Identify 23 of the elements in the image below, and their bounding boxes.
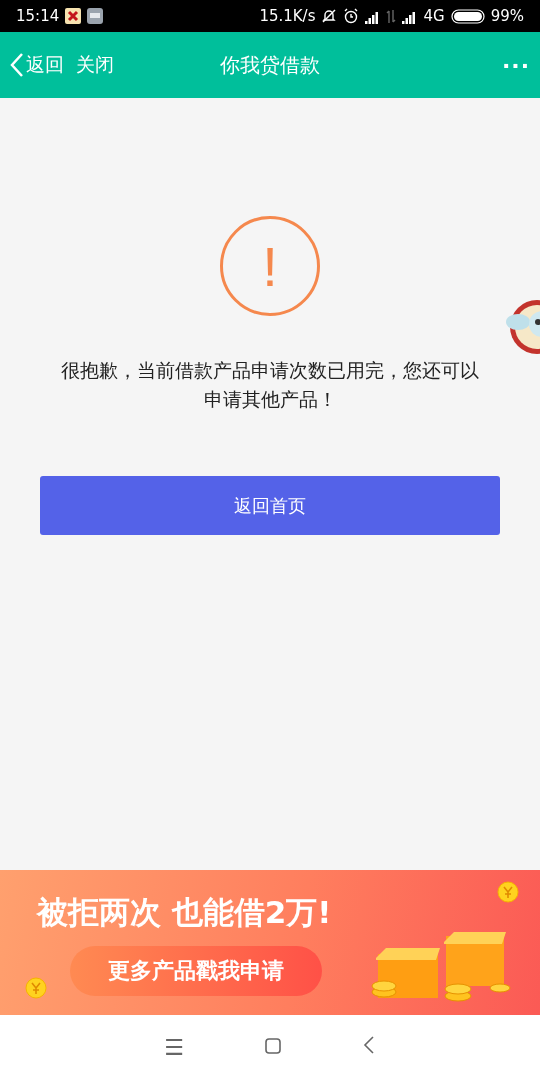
warning-icon: ! xyxy=(220,216,320,316)
app-notification-icon xyxy=(87,8,104,24)
coin-icon xyxy=(497,881,519,903)
menu-button[interactable]: ☰ xyxy=(164,1035,184,1060)
more-products-button[interactable]: 更多产品戳我申请 xyxy=(70,946,322,996)
alarm-icon xyxy=(343,8,360,24)
error-message: 很抱歉，当前借款产品申请次数已用完，您还可以申请其他产品！ xyxy=(61,358,479,412)
back-icon xyxy=(10,52,24,78)
data-arrows-icon xyxy=(386,8,397,24)
battery-level: 99% xyxy=(490,7,524,25)
app-notification-icon xyxy=(65,8,82,24)
page-title: 你我贷借款 xyxy=(220,52,320,77)
close-button[interactable]: 关闭 xyxy=(76,52,114,78)
network-type: 4G xyxy=(423,7,445,25)
coin-icon xyxy=(25,977,47,999)
more-button[interactable]: ··· xyxy=(501,52,530,78)
mute-icon xyxy=(321,8,338,24)
home-button[interactable]: 返回首页 xyxy=(40,476,500,535)
status-time: 15:14 xyxy=(16,7,60,25)
banner-headline: 被拒两次 也能借2万! xyxy=(37,893,333,932)
network-speed: 15.1K/s xyxy=(259,7,316,25)
battery-icon xyxy=(450,8,485,24)
back-button[interactable]: 返回 xyxy=(10,52,64,78)
